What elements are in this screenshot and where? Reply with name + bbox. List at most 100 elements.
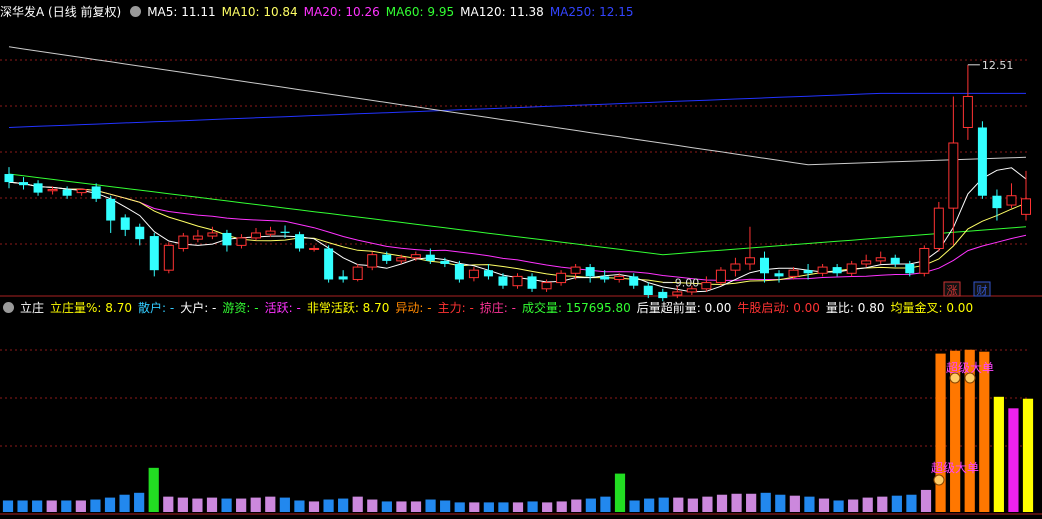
indicator-bar — [410, 501, 422, 512]
indicator-bar — [46, 500, 57, 512]
candle-body — [425, 254, 435, 261]
candle-body — [556, 272, 567, 284]
indicator-bar — [425, 499, 436, 512]
candle-body — [832, 267, 842, 274]
indicator-bar — [381, 501, 392, 512]
indicator-bar — [163, 496, 174, 512]
indicator-bar — [206, 497, 218, 512]
candle-body — [875, 257, 886, 262]
candle-body — [295, 234, 305, 249]
candle-body — [788, 269, 799, 277]
indicator-bar — [192, 498, 203, 512]
candle-body — [4, 174, 14, 183]
indicator-bar — [731, 493, 742, 512]
candle-body — [730, 263, 741, 271]
indicator-bar — [818, 498, 830, 512]
candle-body — [817, 266, 828, 274]
candle-body — [629, 276, 639, 286]
candle-body — [919, 247, 930, 274]
indicator-bar — [294, 500, 305, 512]
candle-body — [992, 195, 1002, 209]
indicator-bar — [250, 497, 261, 512]
candle-body — [948, 142, 959, 209]
indicator-bar — [367, 499, 378, 512]
candle-body — [178, 235, 189, 249]
candle-body — [19, 182, 29, 186]
indicator-bar — [221, 498, 232, 512]
indicator-bar — [396, 501, 407, 512]
indicator-bar — [177, 497, 188, 512]
indicator-bar — [90, 499, 101, 512]
high-price-label: 12.51 — [982, 59, 1014, 72]
indicator-bar — [148, 467, 159, 512]
candle-body — [744, 257, 755, 265]
candle-body — [265, 230, 276, 235]
indicator-bar — [833, 500, 844, 512]
indicator-bar — [119, 494, 130, 512]
candle-body — [715, 269, 726, 284]
candle-body — [338, 276, 348, 280]
candle-body — [410, 254, 421, 259]
candle-body — [585, 267, 595, 277]
candle-body — [658, 291, 668, 299]
indicator-bar — [308, 501, 320, 512]
indicator-bar — [891, 495, 902, 512]
candle-body — [541, 282, 552, 290]
indicator-bar — [279, 497, 290, 512]
candle-body — [324, 248, 334, 280]
stock-chart[interactable]: 12.519.00涨 财超级大单超级大单 — [0, 0, 1042, 519]
indicator-bar — [716, 494, 728, 512]
candle-body — [120, 217, 130, 230]
candle-body — [222, 232, 232, 246]
sub-grid — [0, 349, 1030, 447]
indicator-bars — [2, 349, 1034, 512]
indicator-bar — [338, 498, 349, 512]
indicator-bar — [687, 498, 698, 512]
candle-body — [62, 189, 72, 196]
candle-body — [236, 237, 247, 246]
candle-body — [1020, 198, 1032, 215]
candle-body — [759, 257, 769, 274]
money-bag-icon — [949, 372, 961, 384]
ma10-line — [8, 181, 1027, 286]
indicator-bar — [993, 396, 1004, 512]
indicator-bar — [804, 496, 815, 512]
indicator-bar — [61, 500, 72, 512]
main-grid — [0, 59, 1030, 245]
candle-body — [367, 254, 378, 268]
indicator-bar — [848, 499, 859, 512]
indicator-bar — [775, 494, 786, 512]
candle-body — [890, 257, 900, 264]
candle-body — [47, 189, 58, 192]
indicator-bar — [920, 489, 932, 512]
candle-body — [977, 127, 987, 196]
indicator-bar — [498, 502, 509, 512]
indicator-bar — [2, 500, 14, 512]
money-bag-icon — [964, 372, 976, 384]
indicator-bar — [746, 493, 757, 512]
candle-body — [163, 244, 174, 271]
indicator-bar — [440, 500, 451, 512]
candle-body — [280, 231, 290, 233]
candle-body — [614, 275, 625, 280]
candle-body — [76, 189, 87, 194]
event-marker-label: 财 — [977, 283, 988, 297]
candle-body — [149, 236, 159, 271]
candle-body — [905, 263, 915, 274]
candle-body — [207, 232, 218, 237]
candle-body — [962, 95, 973, 128]
candle-body — [468, 269, 479, 279]
candle-body — [192, 235, 203, 240]
candle-body — [600, 276, 610, 280]
indicator-bar — [527, 501, 538, 512]
indicator-bar — [512, 502, 524, 512]
indicator-bar — [673, 497, 684, 512]
candle-body — [33, 183, 43, 193]
indicator-bar — [571, 499, 582, 512]
indicator-bar — [1022, 398, 1034, 512]
indicator-bar — [877, 496, 888, 512]
annotation-label: 超级大单 — [931, 460, 979, 475]
indicator-bar — [935, 353, 946, 512]
indicator-bar — [1008, 408, 1019, 512]
event-marker-label: 涨 — [947, 284, 958, 297]
